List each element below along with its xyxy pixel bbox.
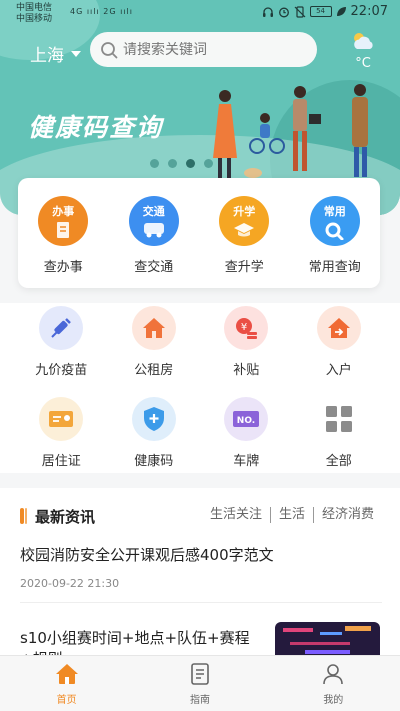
search-input[interactable] xyxy=(123,41,303,58)
banner-illustration xyxy=(213,84,368,178)
home-icon xyxy=(55,664,78,684)
bus-icon xyxy=(143,223,164,238)
guide-doc-icon xyxy=(191,663,209,685)
license-plate-icon: NO. xyxy=(233,411,260,427)
news-tabs: 生活关注 生活 经济消费 xyxy=(202,507,382,523)
quick-action-traffic[interactable]: 交通 查交通 xyxy=(114,196,194,288)
graduation-cap-icon xyxy=(234,223,255,237)
service-all[interactable]: 全部 xyxy=(299,397,379,469)
banner-title[interactable]: 健康码查询 xyxy=(28,108,163,144)
signal-indicators: 4G ıılı 2G ıılı xyxy=(70,7,134,16)
bottom-navigation: 首页 指南 我的 xyxy=(0,655,400,711)
accent-bar xyxy=(20,508,24,524)
service-subsidy[interactable]: ¥ 补贴 xyxy=(206,306,286,378)
leaf-icon xyxy=(336,7,346,16)
quick-action-education[interactable]: 升学 查升学 xyxy=(204,196,284,288)
cloud-sun-icon xyxy=(354,33,373,49)
divider xyxy=(20,602,382,603)
news-heading: 最新资讯 xyxy=(35,508,96,526)
syringe-icon xyxy=(51,318,72,338)
quick-action-badge: 交通 xyxy=(128,196,179,246)
search-icon xyxy=(101,41,118,58)
pagination-dot[interactable] xyxy=(168,159,177,168)
services-grid: 九价疫苗 公租房 ¥ 补贴 入户 居住证 健康码 NO. 车牌 全部 xyxy=(0,303,400,473)
svg-text:NO.: NO. xyxy=(237,416,255,426)
quick-action-office[interactable]: 办事 查办事 xyxy=(23,196,103,288)
shield-plus-icon xyxy=(143,407,164,431)
news-article-title[interactable]: 校园消防安全公开课观后感400字范文 xyxy=(20,544,274,565)
document-icon xyxy=(57,222,70,238)
chevron-down-icon xyxy=(71,50,81,57)
app-screen: 中国电信 中国移动 4G ıılı 2G ıılı 54 22:07 上海 请搜… xyxy=(0,0,400,711)
news-tab[interactable]: 经济消费 xyxy=(312,507,382,523)
pagination-dot[interactable] xyxy=(204,159,213,168)
weather-widget[interactable]: °C xyxy=(348,30,378,71)
mute-icon xyxy=(294,5,305,18)
carrier-names: 中国电信 中国移动 xyxy=(16,3,53,24)
quick-action-common[interactable]: 常用 常用查询 xyxy=(295,196,375,288)
news-tab[interactable]: 生活 xyxy=(269,507,313,523)
service-household-registration[interactable]: 入户 xyxy=(299,306,379,378)
house-icon xyxy=(142,318,165,338)
quick-action-badge: 办事 xyxy=(38,196,89,246)
news-tab[interactable]: 生活关注 xyxy=(202,507,270,523)
service-residence-permit[interactable]: 居住证 xyxy=(21,397,101,469)
news-article-date: 2020-09-22 21:30 xyxy=(20,577,120,590)
magnifier-icon xyxy=(325,222,344,240)
search-bar[interactable] xyxy=(90,32,317,67)
battery-icon: 54 xyxy=(309,6,332,17)
home-entry-icon xyxy=(327,318,350,338)
status-icons: 54 22:07 xyxy=(262,4,388,19)
quick-actions-card: 办事 查办事 交通 查交通 升学 查升学 常用 常用查询 xyxy=(18,178,380,288)
service-health-code[interactable]: 健康码 xyxy=(114,397,194,469)
news-section: 最新资讯 生活关注 生活 经济消费 校园消防安全公开课观后感400字范文 202… xyxy=(0,488,400,668)
city-selector[interactable]: 上海 xyxy=(30,41,81,66)
headphones-icon xyxy=(262,6,273,17)
tab-guide[interactable]: 指南 xyxy=(133,656,266,711)
alarm-icon xyxy=(278,7,289,17)
pagination-dot[interactable] xyxy=(150,159,159,168)
status-bar: 中国电信 中国移动 4G ıılı 2G ıılı 54 22:07 xyxy=(0,0,400,26)
clock: 22:07 xyxy=(350,4,388,19)
quick-action-badge: 常用 xyxy=(309,196,360,246)
tab-home[interactable]: 首页 xyxy=(0,656,133,711)
banner-pagination[interactable] xyxy=(150,159,213,168)
tab-profile[interactable]: 我的 xyxy=(267,656,400,711)
coins-icon: ¥ xyxy=(236,318,258,339)
service-hpv-vaccine[interactable]: 九价疫苗 xyxy=(21,306,101,378)
service-license-plate[interactable]: NO. 车牌 xyxy=(206,397,286,469)
quick-action-badge: 升学 xyxy=(219,196,270,246)
news-header: 最新资讯 生活关注 生活 经济消费 xyxy=(20,506,382,528)
grid-icon xyxy=(325,406,352,432)
id-card-icon xyxy=(49,411,74,427)
user-icon xyxy=(323,664,344,685)
svg-text:¥: ¥ xyxy=(241,322,247,333)
service-public-housing[interactable]: 公租房 xyxy=(114,306,194,378)
pagination-dot-active[interactable] xyxy=(186,159,195,168)
